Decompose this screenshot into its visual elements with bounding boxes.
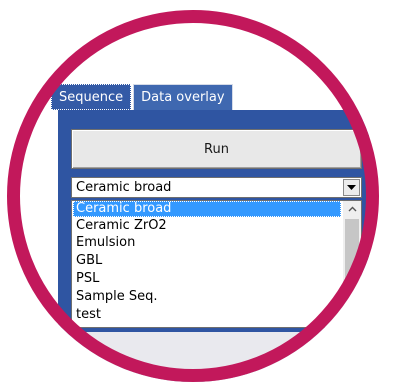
tab-data-overlay[interactable]: Data overlay (133, 84, 233, 110)
list-item[interactable]: PSL (73, 271, 341, 287)
tab-sequence[interactable]: Sequence (51, 84, 132, 110)
list-item[interactable]: Ceramic ZrO2 (73, 218, 341, 234)
scroll-down-button[interactable] (343, 311, 361, 327)
run-button[interactable]: Run (71, 129, 362, 169)
screenshot-stage: Sequence Data overlay Run Ceramic broad … (0, 0, 402, 388)
panel-lower-area (71, 332, 362, 382)
scroll-up-button[interactable] (343, 201, 361, 217)
scroll-up-arrow-icon (348, 206, 356, 212)
listbox-scrollbar[interactable] (343, 201, 361, 327)
combobox-selected-value: Ceramic broad (76, 180, 172, 195)
sequence-listbox[interactable]: Ceramic broad Ceramic ZrO2 Emulsion GBL … (71, 200, 362, 328)
list-item[interactable]: Sample Seq. (73, 289, 341, 305)
dropdown-button[interactable] (343, 179, 360, 196)
chevron-down-icon (347, 184, 356, 190)
scroll-down-arrow-icon (348, 316, 356, 322)
circular-badge: Sequence Data overlay Run Ceramic broad … (7, 10, 379, 382)
list-item[interactable]: test (73, 307, 341, 323)
list-item[interactable]: Emulsion (73, 235, 341, 251)
list-item[interactable]: GBL (73, 253, 341, 269)
sequence-panel: Run Ceramic broad Ceramic broad Ceramic … (58, 110, 369, 382)
sequence-app: Sequence Data overlay Run Ceramic broad … (51, 82, 371, 382)
list-item[interactable]: Ceramic broad (73, 201, 341, 217)
scroll-thumb[interactable] (345, 219, 359, 289)
sequence-combobox[interactable]: Ceramic broad (71, 177, 362, 198)
tab-bar: Sequence Data overlay (51, 82, 235, 110)
